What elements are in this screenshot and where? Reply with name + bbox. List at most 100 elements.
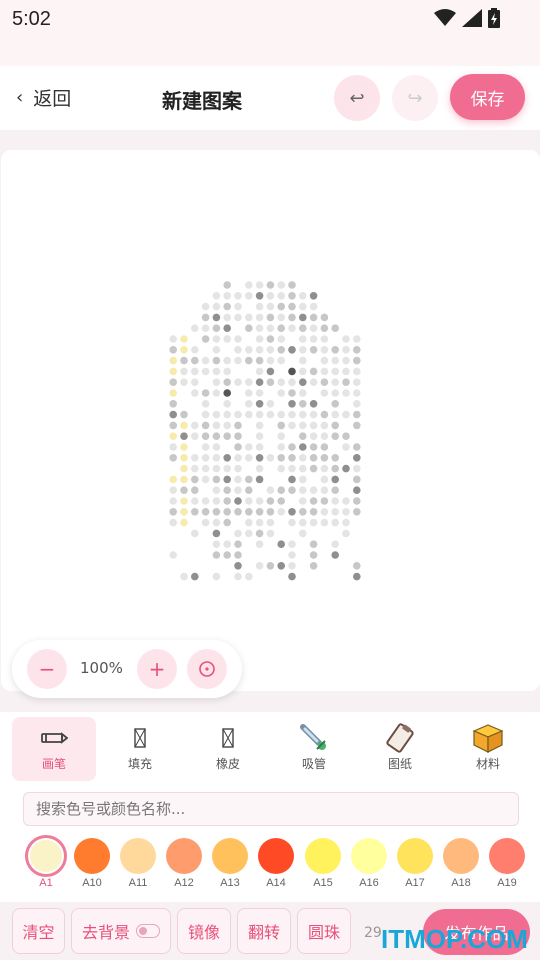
tool-eraser[interactable]: 橡皮: [186, 717, 270, 781]
remove-background-button[interactable]: 去背景: [71, 908, 171, 954]
swatch-code: A16: [359, 877, 379, 889]
bead: [245, 443, 253, 451]
bead: [309, 540, 318, 548]
color-search-input[interactable]: [23, 792, 519, 826]
bead-canvas[interactable]: [1, 150, 540, 691]
bead: [331, 464, 340, 473]
bead: [212, 378, 221, 386]
bead: [234, 378, 242, 386]
bead: [288, 421, 296, 430]
tool-materials[interactable]: 材料: [446, 717, 530, 781]
bead: [255, 529, 264, 538]
bead: [288, 367, 296, 376]
bead: [223, 518, 231, 527]
zoom-in-button[interactable]: +: [137, 649, 177, 689]
bead: [288, 400, 296, 408]
bead: [245, 508, 253, 516]
bead: [212, 529, 221, 538]
bead: [266, 292, 275, 300]
save-button[interactable]: 保存: [450, 74, 525, 120]
swatch-color: [397, 838, 433, 874]
bead: [245, 486, 253, 495]
redo-button[interactable]: ↪: [392, 75, 438, 121]
bead: [201, 432, 210, 441]
color-swatch[interactable]: A16: [346, 838, 392, 889]
bead: [320, 324, 329, 332]
battery-charging-icon: [488, 8, 500, 28]
bead: [191, 454, 199, 462]
mirror-button[interactable]: 镜像: [177, 908, 231, 954]
bead: [277, 346, 286, 354]
color-swatch[interactable]: A19: [484, 838, 530, 889]
bead: [223, 335, 231, 343]
tool-eyedropper[interactable]: 吸管: [272, 717, 356, 781]
bead: [320, 432, 329, 441]
bead: [169, 356, 177, 365]
back-button[interactable]: ‹ 返回: [16, 84, 71, 111]
color-swatch[interactable]: A18: [438, 838, 484, 889]
bead: [309, 292, 318, 300]
round-bead-button[interactable]: 圆珠: [297, 908, 351, 954]
bead: [169, 335, 177, 343]
bead: [191, 324, 199, 332]
swatch-code: A13: [220, 877, 240, 889]
bead: [212, 454, 221, 462]
bead: [212, 335, 221, 343]
bead: [288, 518, 296, 527]
recenter-button[interactable]: [187, 649, 227, 689]
bead: [277, 313, 286, 322]
bead: [234, 356, 242, 365]
bead: [169, 367, 177, 376]
bead: [212, 302, 221, 311]
bead: [169, 410, 177, 419]
bead: [191, 346, 199, 354]
color-swatch[interactable]: A1: [23, 835, 69, 889]
tool-fill[interactable]: 填充: [98, 717, 182, 781]
pencil-icon: [41, 732, 68, 744]
zoom-out-button[interactable]: −: [27, 649, 67, 689]
bead: [266, 562, 275, 570]
bead: [353, 497, 361, 505]
bead: [234, 302, 242, 311]
bead: [201, 497, 210, 505]
clear-button[interactable]: 清空: [12, 908, 65, 954]
undo-button[interactable]: ↩: [334, 75, 380, 121]
bead: [212, 346, 221, 354]
color-swatch[interactable]: A12: [161, 838, 207, 889]
bead: [320, 346, 329, 354]
bead: [245, 346, 253, 354]
bead: [234, 529, 242, 538]
bead: [299, 378, 307, 386]
color-swatch[interactable]: A17: [392, 838, 438, 889]
bead: [245, 475, 253, 484]
bead: [255, 443, 264, 451]
color-swatch[interactable]: A13: [207, 838, 253, 889]
bead: [288, 454, 296, 462]
bead: [191, 367, 199, 376]
color-swatch[interactable]: A10: [69, 838, 115, 889]
bead: [309, 454, 318, 462]
bead: [309, 443, 318, 451]
swatch-color: [25, 835, 67, 877]
bead: [245, 572, 253, 581]
bead: [353, 454, 361, 462]
bead: [309, 464, 318, 473]
color-swatch[interactable]: A15: [300, 838, 346, 889]
bead: [277, 356, 286, 365]
tool-bar: 画笔 填充 橡皮 吸管 图纸 材料: [0, 712, 540, 786]
swatch-color: [120, 838, 156, 874]
bead: [309, 410, 318, 419]
bead: [266, 346, 275, 354]
color-swatch[interactable]: A14: [253, 838, 299, 889]
bead: [234, 562, 242, 570]
flip-button[interactable]: 翻转: [237, 908, 291, 954]
bead: [331, 324, 340, 332]
bead: [331, 389, 340, 397]
tool-pencil[interactable]: 画笔: [12, 717, 96, 781]
tool-clipboard[interactable]: 图纸: [358, 717, 442, 781]
bead: [277, 292, 286, 300]
bead: [255, 389, 264, 397]
bead: [277, 497, 286, 505]
color-swatch[interactable]: A11: [115, 838, 161, 889]
remove-background-toggle[interactable]: [136, 924, 160, 938]
